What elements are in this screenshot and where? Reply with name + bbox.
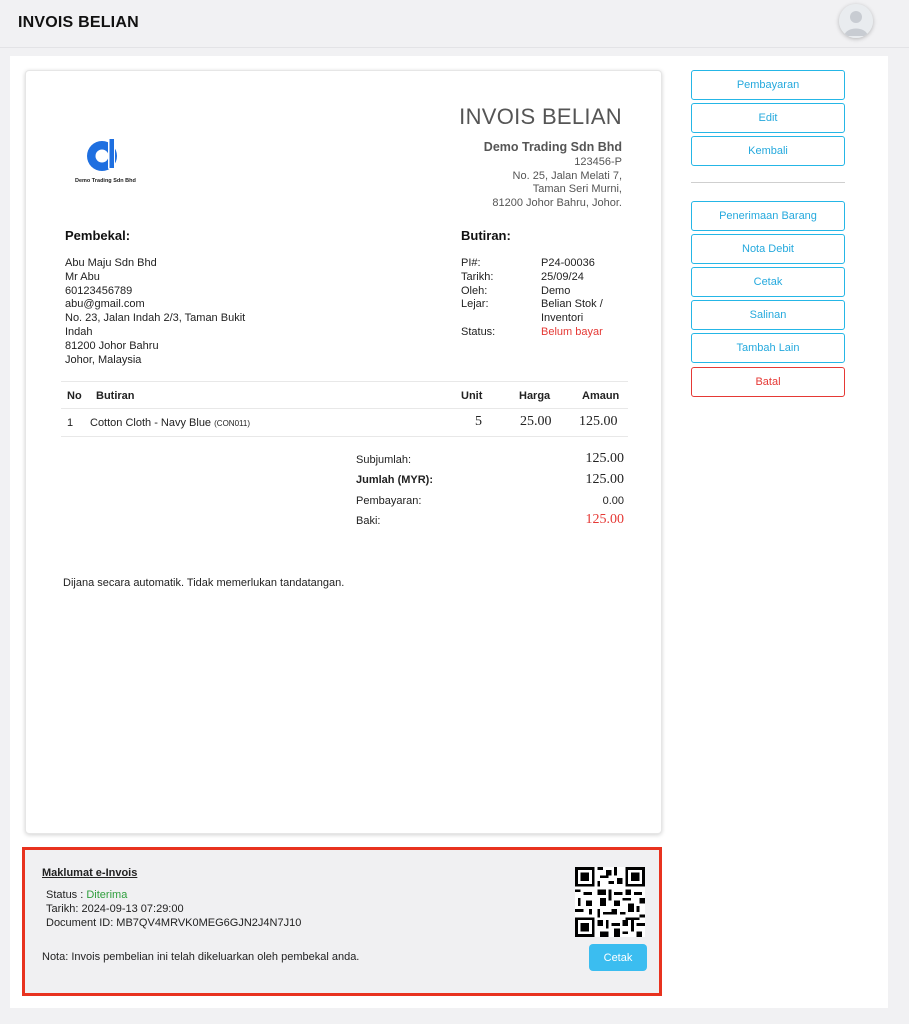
logo-text: Demo Trading Sdn Bhd <box>75 178 136 184</box>
print-button[interactable]: Cetak <box>691 267 845 297</box>
einvoice-print-button[interactable]: Cetak <box>589 944 647 971</box>
einvoice-date: Tarikh: 2024-09-13 07:29:00 <box>46 903 184 915</box>
by-value: Demo <box>541 284 571 297</box>
supplier-line: Mr Abu <box>65 270 100 283</box>
col-unit: Unit <box>461 390 483 402</box>
items-table-header: No Butiran Unit Harga Amaun <box>61 381 628 409</box>
user-avatar-icon[interactable] <box>839 4 873 38</box>
goods-receipt-button[interactable]: Penerimaan Barang <box>691 201 845 231</box>
top-bar: INVOIS BELIAN <box>0 0 909 48</box>
items-table: No Butiran Unit Harga Amaun 1 Cotton Clo… <box>61 381 628 437</box>
row-unit: 5 <box>475 414 482 429</box>
details-title: Butiran: <box>461 228 511 243</box>
cancel-button[interactable]: Batal <box>691 367 845 397</box>
ledger-value-cont: Inventori <box>541 312 584 325</box>
payment-button[interactable]: Pembayaran <box>691 70 845 100</box>
row-item: Cotton Cloth - Navy Blue (CON011) <box>90 417 250 429</box>
einvoice-panel: Maklumat e-Invois Status : Diterima Tari… <box>22 847 662 996</box>
supplier-line: 81200 Johor Bahru <box>65 339 159 352</box>
subtotal-label: Subjumlah: <box>356 454 412 466</box>
company-name: Demo Trading Sdn Bhd <box>483 140 622 154</box>
supplier-line: Indah <box>65 325 93 338</box>
debit-note-button[interactable]: Nota Debit <box>691 234 845 264</box>
balance-value: 125.00 <box>585 512 625 527</box>
row-item-code: (CON011) <box>214 419 250 428</box>
company-logo-icon <box>87 138 117 171</box>
col-price: Harga <box>519 390 551 402</box>
supplier-title: Pembekal: <box>65 228 131 243</box>
supplier-line: Abu Maju Sdn Bhd <box>65 257 157 269</box>
copy-button[interactable]: Salinan <box>691 300 845 330</box>
page-title: INVOIS BELIAN <box>18 14 139 31</box>
auto-generated-note: Dijana secara automatik. Tidak memerluka… <box>63 577 345 589</box>
col-item: Butiran <box>96 390 135 402</box>
payment-value: 0.00 <box>602 495 624 507</box>
row-price: 25.00 <box>520 414 552 429</box>
supplier-info: Abu Maju Sdn Bhd Mr Abu 60123456789 abu@… <box>65 257 265 367</box>
add-more-button[interactable]: Tambah Lain <box>691 333 845 363</box>
einvoice-status-label: Status : <box>46 889 87 901</box>
balance-label: Baki: <box>356 515 381 527</box>
date-label: Tarikh: <box>461 270 494 283</box>
company-address-line: No. 25, Jalan Melati 7, <box>512 169 622 182</box>
action-divider <box>691 182 845 183</box>
payment-label: Pembayaran: <box>356 495 422 507</box>
col-amount: Amaun <box>582 390 620 402</box>
company-address-line: 81200 Johor Bahru, Johor. <box>492 197 622 210</box>
supplier-line: 60123456789 <box>65 284 133 297</box>
company-address: 123456-P No. 25, Jalan Melati 7, Taman S… <box>492 156 622 211</box>
row-no: 1 <box>67 417 74 429</box>
qr-code-icon <box>575 867 645 937</box>
back-button[interactable]: Kembali <box>691 136 845 166</box>
einvoice-status-value: Diterima <box>86 889 128 901</box>
invoice-document: Demo Trading Sdn Bhd INVOIS BELIAN Demo … <box>25 70 662 834</box>
row-amount: 125.00 <box>579 414 618 429</box>
company-reg-no: 123456-P <box>574 156 622 168</box>
invoice-heading: INVOIS BELIAN <box>459 104 622 129</box>
einvoice-title: Maklumat e-Invois <box>42 867 138 879</box>
row-item-name: Cotton Cloth - Navy Blue <box>90 417 212 429</box>
invoice-details: PI#: P24-00036 Tarikh: 25/09/24 Oleh: Demo … <box>461 257 621 340</box>
supplier-line: abu@gmail.com <box>65 298 145 311</box>
subtotal-value: 125.00 <box>585 451 625 466</box>
einvoice-info: Status : Diterima Tarikh: 2024-09-13 07:… <box>46 888 301 930</box>
total-value: 125.00 <box>585 472 625 487</box>
supplier-line: Johor, Malaysia <box>65 353 142 366</box>
einvoice-note: Nota: Invois pembelian ini telah dikelua… <box>42 951 360 963</box>
table-row: 1 Cotton Cloth - Navy Blue (CON011) 5 25… <box>61 409 628 437</box>
status-label: Status: <box>461 325 496 338</box>
company-address-line: Taman Seri Murni, <box>532 183 622 196</box>
company-logo: Demo Trading Sdn Bhd <box>75 135 141 190</box>
einvoice-document-id: Document ID: MB7QV4MRVK0MEG6GJN2J4N7J10 <box>46 917 302 929</box>
ledger-label: Lejar: <box>461 298 489 311</box>
supplier-line: No. 23, Jalan Indah 2/3, Taman Bukit <box>65 312 246 325</box>
date-value: 25/09/24 <box>541 270 584 283</box>
edit-button[interactable]: Edit <box>691 103 845 133</box>
total-label: Jumlah (MYR): <box>356 474 433 486</box>
by-label: Oleh: <box>461 284 488 297</box>
pi-label: PI#: <box>461 257 481 269</box>
pi-value: P24-00036 <box>541 257 595 269</box>
col-no: No <box>67 390 82 402</box>
status-value: Belum bayar <box>541 325 603 338</box>
ledger-value: Belian Stok / <box>541 298 603 311</box>
